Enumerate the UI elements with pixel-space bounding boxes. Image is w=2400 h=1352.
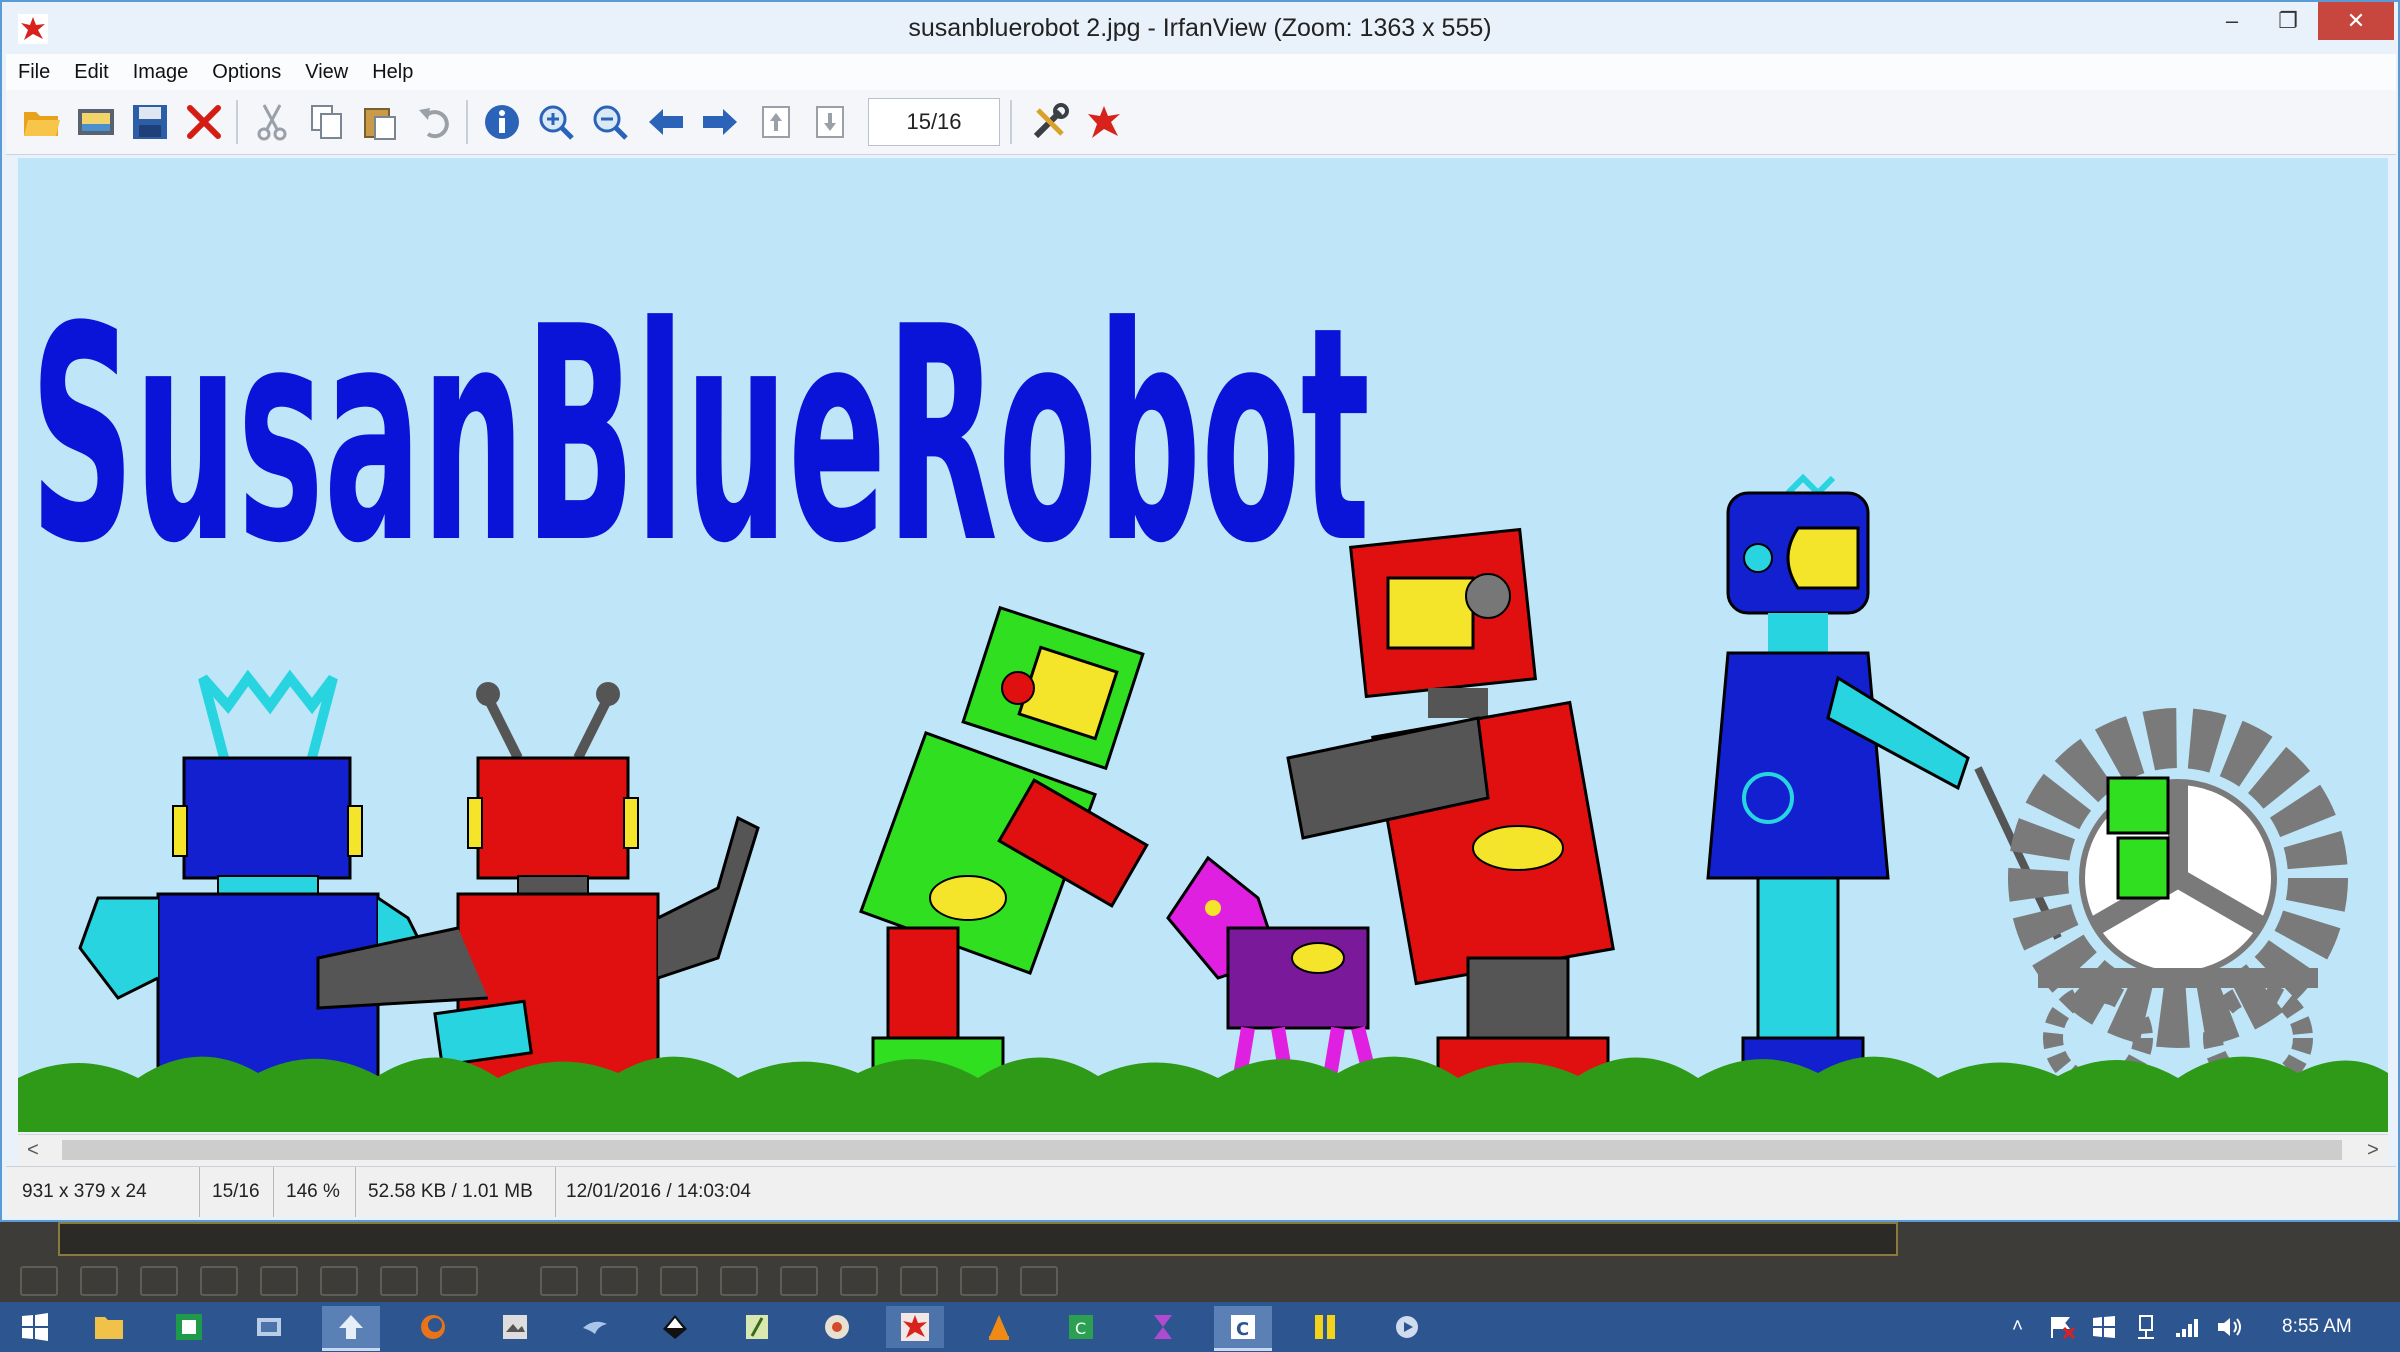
copy-icon[interactable]: [304, 100, 348, 144]
windows-tray-icon[interactable]: [2092, 1302, 2116, 1352]
page-number-field[interactable]: 15/16: [868, 98, 1000, 146]
bg-tool-icon: [440, 1266, 478, 1296]
settings-icon[interactable]: [1028, 100, 1072, 144]
bg-tool-icon: [140, 1266, 178, 1296]
save-icon[interactable]: [128, 100, 172, 144]
irfanview-icon[interactable]: [1082, 100, 1126, 144]
bg-tool-icon: [720, 1266, 758, 1296]
c-app-icon[interactable]: C: [1214, 1306, 1272, 1351]
menu-image[interactable]: Image: [121, 54, 201, 90]
scroll-left-arrow[interactable]: <: [18, 1135, 48, 1165]
banner-text: SusanBlueRobot: [30, 263, 1370, 608]
minimize-button[interactable]: –: [2202, 2, 2262, 40]
network-app-icon[interactable]: [240, 1306, 298, 1348]
status-page: 15/16: [202, 1167, 274, 1217]
bg-tool-icon: [200, 1266, 238, 1296]
irfanview-window: susanbluerobot 2.jpg - IrfanView (Zoom: …: [0, 0, 2400, 1252]
info-icon[interactable]: [480, 100, 524, 144]
undo-icon[interactable]: [412, 100, 456, 144]
background-app: [0, 1222, 2400, 1302]
scrollbar-thumb[interactable]: [62, 1140, 2342, 1160]
status-bar: 931 x 379 x 24 BPP 15/16 146 % 52.58 KB …: [6, 1166, 2396, 1252]
upload-app-icon[interactable]: [322, 1306, 380, 1351]
bird-app-icon[interactable]: [566, 1306, 624, 1348]
firefox-icon[interactable]: [404, 1306, 462, 1348]
svg-text:C: C: [1236, 1319, 1249, 1340]
status-datetime: 12/01/2016 / 14:03:04: [566, 1181, 751, 1202]
menu-help[interactable]: Help: [360, 54, 425, 90]
volume-tray-icon[interactable]: [2216, 1302, 2244, 1352]
background-app-strip: [58, 1222, 1898, 1256]
menu-bar: File Edit Image Options View Help: [6, 54, 2396, 90]
title-bar: susanbluerobot 2.jpg - IrfanView (Zoom: …: [2, 2, 2398, 54]
calc-app-icon[interactable]: C: [1052, 1306, 1110, 1348]
media-app-icon[interactable]: [1378, 1306, 1436, 1348]
file-explorer-icon[interactable]: [80, 1306, 138, 1348]
bg-tool-icon: [380, 1266, 418, 1296]
first-page-icon[interactable]: [754, 100, 798, 144]
open-icon[interactable]: [20, 100, 64, 144]
status-file-size: 52.58 KB / 1.01 MB: [358, 1167, 556, 1217]
next-icon[interactable]: [698, 100, 742, 144]
maximize-button[interactable]: ❐: [2258, 2, 2318, 40]
image-canvas[interactable]: SusanBlueRobot: [18, 158, 2388, 1132]
bg-tool-icon: [960, 1266, 998, 1296]
clock[interactable]: 8:55 AM: [2282, 1302, 2352, 1352]
irfanview-taskbar-icon[interactable]: [886, 1306, 944, 1348]
taskbar: C C ˄ 8:55 AM: [0, 1302, 2400, 1352]
spreadsheet-app-icon[interactable]: [160, 1306, 218, 1348]
status-zoom: 146 %: [276, 1167, 356, 1217]
scribus-icon[interactable]: [728, 1306, 786, 1348]
zoom-out-icon[interactable]: [588, 100, 632, 144]
bg-tool-icon: [840, 1266, 878, 1296]
menu-file[interactable]: File: [6, 54, 62, 90]
previous-icon[interactable]: [644, 100, 688, 144]
bg-tool-icon: [320, 1266, 358, 1296]
paste-icon[interactable]: [358, 100, 402, 144]
hourglass-app-icon[interactable]: [1134, 1306, 1192, 1348]
chrome-app-icon[interactable]: [808, 1306, 866, 1348]
susan-blue-robot-image: SusanBlueRobot: [18, 158, 2388, 1132]
menu-view[interactable]: View: [293, 54, 360, 90]
menu-options[interactable]: Options: [200, 54, 293, 90]
menu-edit[interactable]: Edit: [62, 54, 120, 90]
zoom-in-icon[interactable]: [534, 100, 578, 144]
bg-tool-icon: [20, 1266, 58, 1296]
image-editor-icon[interactable]: [486, 1306, 544, 1348]
bg-tool-icon: [80, 1266, 118, 1296]
bg-tool-icon: [900, 1266, 938, 1296]
window-title: susanbluerobot 2.jpg - IrfanView (Zoom: …: [908, 14, 1492, 42]
bg-tool-icon: [1020, 1266, 1058, 1296]
close-button[interactable]: ✕: [2318, 2, 2394, 40]
vlc-icon[interactable]: [970, 1306, 1028, 1348]
svg-text:C: C: [1075, 1319, 1086, 1338]
bg-tool-icon: [260, 1266, 298, 1296]
notes-app-icon[interactable]: [1296, 1306, 1354, 1348]
network-tray-icon[interactable]: [2134, 1302, 2158, 1352]
delete-icon[interactable]: [182, 100, 226, 144]
tray-expand-icon[interactable]: ˄: [2012, 1302, 2023, 1352]
inkscape-icon[interactable]: [646, 1306, 704, 1348]
bg-tool-icon: [780, 1266, 818, 1296]
horizontal-scrollbar[interactable]: < >: [18, 1134, 2388, 1165]
start-button[interactable]: [6, 1306, 64, 1348]
bg-tool-icon: [660, 1266, 698, 1296]
next-page-icon[interactable]: [808, 100, 852, 144]
bg-tool-icon: [600, 1266, 638, 1296]
action-center-flag-icon[interactable]: [2048, 1302, 2076, 1352]
status-dimensions: 931 x 379 x 24 BPP: [12, 1167, 200, 1252]
signal-tray-icon[interactable]: [2174, 1302, 2202, 1352]
toolbar: 15/16: [6, 90, 2396, 155]
cut-icon[interactable]: [250, 100, 294, 144]
thumbnails-icon[interactable]: [74, 100, 118, 144]
bg-tool-icon: [540, 1266, 578, 1296]
scroll-right-arrow[interactable]: >: [2358, 1135, 2388, 1165]
